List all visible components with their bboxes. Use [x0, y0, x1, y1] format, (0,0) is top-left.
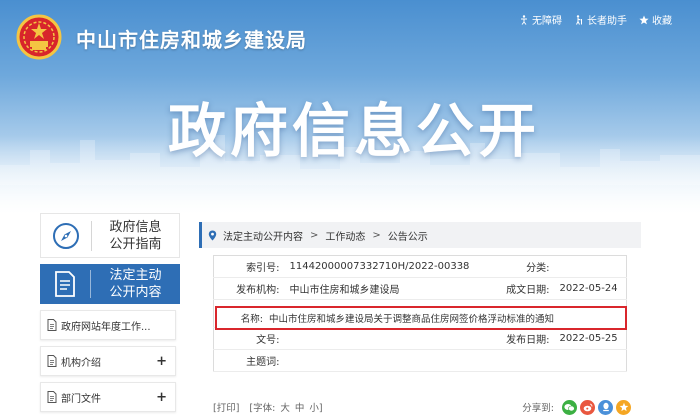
- table-row: 文号: 发布日期: 2022-05-25: [213, 327, 627, 350]
- font-large-button[interactable]: 大: [280, 400, 290, 414]
- accessibility-link[interactable]: 无障碍: [519, 12, 562, 27]
- accessibility-icon: [521, 14, 527, 25]
- accessibility-label: 无障碍: [532, 16, 562, 27]
- top-toolbar: 无障碍 长者助手 收藏: [519, 12, 672, 27]
- font-size-label: [字体:: [249, 403, 276, 414]
- document-name-row: 名称: 中山市住房和城乡建设局关于调整商品住房网签价格浮动标准的通知: [215, 306, 627, 330]
- guide-label-line2: 公开指南: [109, 236, 162, 252]
- expand-plus-icon[interactable]: +: [156, 390, 167, 405]
- sidebar-guide-link[interactable]: 政府信息 公开指南: [40, 213, 180, 258]
- font-small-button[interactable]: 小]: [309, 400, 322, 414]
- main-content: 法定主动公开内容 > 工作动态 > 公告公示 索引号: 114420000073…: [199, 222, 641, 416]
- category-value: [553, 255, 627, 278]
- published-date-value: 2022-05-25: [553, 327, 627, 350]
- category-label: 分类:: [477, 255, 554, 278]
- breadcrumb-separator: >: [310, 229, 319, 241]
- sidebar-item-label: 部门文件: [61, 393, 101, 405]
- qzone-share-icon[interactable]: [616, 399, 631, 415]
- sidebar-item-agency-intro[interactable]: 机构介绍 +: [40, 346, 176, 376]
- site-title[interactable]: 中山市住房和城乡建设局: [76, 24, 307, 53]
- table-row: 发布机构: 中山市住房和城乡建设局 成文日期: 2022-05-24: [213, 277, 627, 300]
- breadcrumb-separator: >: [372, 229, 381, 241]
- file-icon: [47, 355, 57, 367]
- active-label-line2: 公开内容: [109, 285, 162, 300]
- expand-plus-icon[interactable]: +: [156, 354, 167, 369]
- font-medium-button[interactable]: 中: [295, 400, 305, 414]
- active-label-line1: 法定主动: [109, 268, 162, 283]
- active-icon-wrap: [40, 271, 90, 297]
- sidebar-active-category[interactable]: 法定主动 公开内容: [40, 264, 180, 304]
- guide-label: 政府信息 公开指南: [92, 219, 179, 253]
- share-label: 分享到:: [522, 403, 554, 414]
- document-icon: [55, 271, 75, 297]
- location-pin-icon: [208, 230, 217, 240]
- file-icon: [47, 391, 57, 403]
- favorite-label: 收藏: [652, 16, 672, 27]
- elder-assist-label: 长者助手: [587, 16, 627, 27]
- subject-value: [283, 349, 627, 372]
- published-date-label: 发布日期:: [477, 327, 554, 350]
- sidebar-item-annual-report[interactable]: 政府网站年度工作...: [40, 310, 176, 340]
- publisher-label: 发布机构:: [213, 277, 284, 300]
- doc-number-value: [283, 327, 478, 350]
- breadcrumb: 法定主动公开内容 > 工作动态 > 公告公示: [199, 222, 641, 248]
- article-toolbar: [打印] [字体: 大 中 小] 分享到:: [213, 398, 631, 416]
- star-icon: [639, 15, 649, 24]
- sidebar-item-label: 政府网站年度工作...: [61, 321, 151, 333]
- guide-icon-wrap: [41, 222, 91, 250]
- national-emblem-icon[interactable]: [16, 14, 62, 60]
- created-date-label: 成文日期:: [477, 277, 554, 300]
- hero-title: 政府信息公开: [168, 97, 541, 165]
- breadcrumb-link[interactable]: 公告公示: [388, 228, 428, 243]
- elder-assist-icon: [576, 14, 582, 25]
- favorite-link[interactable]: 收藏: [639, 12, 672, 27]
- compass-icon: [53, 222, 79, 249]
- publisher-value: 中山市住房和城乡建设局: [283, 277, 478, 300]
- index-label: 索引号:: [213, 255, 284, 278]
- file-icon: [47, 319, 57, 331]
- qq-share-icon[interactable]: [598, 399, 613, 415]
- sidebar-item-label: 机构介绍: [61, 357, 101, 369]
- share-icons: [562, 399, 631, 415]
- elder-assist-link[interactable]: 长者助手: [574, 12, 627, 27]
- header-banner: 中山市住房和城乡建设局 无障碍 长者助手 收藏 政府信息公开: [0, 0, 700, 215]
- created-date-value: 2022-05-24: [553, 277, 627, 300]
- name-value: 中山市住房和城乡建设局关于调整商品住房网签价格浮动标准的通知: [269, 314, 555, 325]
- print-button[interactable]: [打印]: [213, 400, 239, 414]
- table-row: 主题词:: [213, 349, 627, 372]
- wechat-share-icon[interactable]: [562, 399, 577, 415]
- sidebar: 政府信息 公开指南 法定主动 公开内容 政府网站年度工作... 机构介绍 + 部…: [40, 213, 180, 412]
- weibo-share-icon[interactable]: [580, 399, 595, 415]
- guide-label-line1: 政府信息: [109, 219, 162, 235]
- name-label: 名称:: [240, 314, 263, 325]
- breadcrumb-link[interactable]: 法定主动公开内容: [223, 228, 303, 243]
- doc-number-label: 文号:: [213, 327, 284, 350]
- table-row: 索引号: 11442000007332710H/2022-00338 分类:: [213, 255, 627, 278]
- index-value: 11442000007332710H/2022-00338: [283, 255, 478, 278]
- breadcrumb-link[interactable]: 工作动态: [325, 228, 365, 243]
- sidebar-item-dept-documents[interactable]: 部门文件 +: [40, 382, 176, 412]
- subject-label: 主题词:: [213, 349, 284, 372]
- active-label: 法定主动 公开内容: [91, 267, 180, 301]
